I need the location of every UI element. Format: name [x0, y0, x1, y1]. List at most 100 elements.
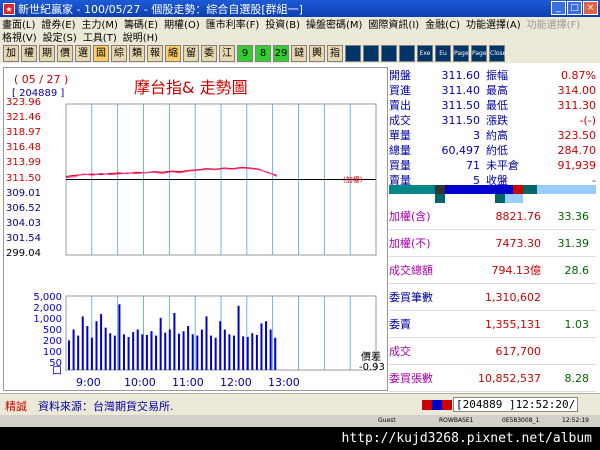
toolbar-button[interactable]: 8: [255, 44, 271, 62]
toolbar-button[interactable]: [345, 44, 361, 62]
volume-bar: [173, 312, 176, 370]
toolbar-button[interactable]: 縮: [165, 44, 181, 62]
footer-server: ROWBASE1: [439, 417, 474, 424]
quote-k1: 總量: [389, 144, 411, 157]
quote-k2: 漲跌: [486, 114, 508, 127]
price-series-line: [65, 167, 278, 179]
toolbar-button[interactable]: Page: [453, 44, 469, 62]
toolbar-button[interactable]: [381, 44, 397, 62]
stats-r: 33.36: [557, 209, 590, 223]
volume-unit: 口: [52, 366, 62, 377]
toolbar-button[interactable]: Eu: [435, 44, 451, 62]
menu-item[interactable]: 設定(S): [43, 29, 77, 44]
toolbar-button[interactable]: 加: [3, 44, 19, 62]
toolbar-button[interactable]: 類: [129, 44, 145, 62]
footer-id: 0E583008_1: [502, 417, 540, 424]
window-controls: _ □ ×: [551, 1, 598, 15]
window-title: 新世紀贏家 - 100/05/27 - 個股走勢：綜合自選股[群組一]: [18, 2, 303, 16]
toolbar-button[interactable]: Exe: [417, 44, 433, 62]
data-source: 資料來源：台灣期貨交易所.: [38, 400, 174, 413]
volume-tick-label: 1,000: [33, 314, 62, 325]
volume-bar: [223, 329, 226, 370]
toolbar-button[interactable]: 鐽: [291, 44, 307, 62]
menu-item[interactable]: 國際資訊(I): [368, 16, 419, 31]
volume-tick-label: 200: [42, 336, 62, 347]
volume-bar: [100, 314, 103, 370]
menu-item[interactable]: 功能選擇(A): [466, 16, 521, 31]
quote-v1: 71: [466, 159, 480, 172]
toolbar-button[interactable]: 江: [219, 44, 235, 62]
spread-value: -0.93: [359, 362, 385, 373]
toolbar-button[interactable]: [363, 44, 379, 62]
status-tag: 精誠: [5, 400, 27, 413]
volume-bar: [145, 334, 148, 370]
stats-v: 1,355,131: [485, 317, 541, 331]
volume-tick-label: 2,000: [33, 303, 62, 314]
y-tick-label: 311.50: [6, 172, 41, 184]
minimize-button[interactable]: _: [551, 1, 566, 15]
volume-bar: [164, 332, 167, 370]
toolbar-button[interactable]: 選: [75, 44, 91, 62]
watermark-url: http://kujd3268.pixnet.net/album: [0, 427, 600, 450]
menu-item[interactable]: 期權(O): [164, 16, 200, 31]
quote-k1: 單量: [389, 129, 411, 142]
maximize-button[interactable]: □: [567, 1, 582, 15]
menu-item[interactable]: 金融(C): [425, 16, 460, 31]
toolbar-button[interactable]: [399, 44, 415, 62]
volume-bar: [141, 334, 144, 370]
menu-item[interactable]: 投資(B): [265, 16, 300, 31]
menu-item[interactable]: 操盤密碼(M): [306, 16, 362, 31]
toolbar-button[interactable]: 期: [39, 44, 55, 62]
stats-v: 1,310,602: [485, 290, 541, 304]
volume-bar: [81, 316, 84, 370]
volume-bar: [68, 340, 70, 370]
quote-row: 成交 311.50 漲跌 -(-): [389, 113, 596, 128]
stats-k: 加權(含): [389, 210, 431, 223]
quote-k2: 振幅: [486, 69, 508, 82]
volume-bar: [72, 329, 75, 370]
toolbar-button[interactable]: Page: [471, 44, 487, 62]
toolbar-button[interactable]: 權: [21, 44, 37, 62]
chart-panel: ( 05 / 27 ) 摩台指& 走勢圖 [ 204889 ] (加權) 價差 …: [3, 67, 388, 391]
close-button[interactable]: ×: [583, 1, 598, 15]
color-swatch: [442, 400, 452, 410]
menu-item[interactable]: 說明(H): [123, 29, 158, 44]
volume-bar: [232, 335, 235, 370]
volume-bar: [136, 329, 139, 370]
toolbar-button[interactable]: 輿: [309, 44, 325, 62]
clock-readout: [204889 ]12:52:20/: [453, 397, 579, 412]
toolbar-button[interactable]: 價: [57, 44, 73, 62]
volume-bar: [269, 329, 272, 370]
quote-v2: 284.70: [557, 144, 597, 157]
toolbar-button[interactable]: 委: [201, 44, 217, 62]
stats-k: 委買筆數: [389, 291, 433, 304]
toolbar-button[interactable]: 報: [147, 44, 163, 62]
title-bar: ★ 新世紀贏家 - 100/05/27 - 個股走勢：綜合自選股[群組一] _ …: [0, 0, 600, 17]
stats-row: 委買張數 10,852,537 8.28: [389, 365, 596, 392]
toolbar-button[interactable]: 9: [237, 44, 253, 62]
toolbar-button[interactable]: Close: [489, 44, 506, 62]
toolbar: 加權期價選固綜類報縮留委江 9 8 29 鐽輿指 Exe Eu Page Page Close: [0, 43, 600, 63]
stats-v: 617,700: [495, 344, 542, 358]
toolbar-button[interactable]: 留: [183, 44, 199, 62]
quote-k1: 買量: [389, 159, 411, 172]
menu-item[interactable]: 工具(T): [83, 29, 117, 44]
volume-bar: [155, 335, 158, 370]
toolbar-button[interactable]: 固: [93, 44, 109, 62]
volume-bar: [150, 331, 153, 370]
quote-row: 單量 3 約高 323.50: [389, 128, 596, 143]
toolbar-button[interactable]: 29: [273, 44, 289, 62]
menu-item[interactable]: 功能選擇(F): [527, 16, 581, 31]
quote-k1: 成交: [389, 114, 411, 127]
quote-v1: 311.50: [441, 99, 481, 112]
stats-v: 8821.76: [495, 209, 542, 223]
toolbar-button[interactable]: 指: [327, 44, 343, 62]
toolbar-button[interactable]: 綜: [111, 44, 127, 62]
quote-k2: 未平倉: [486, 159, 519, 172]
volume-bar: [196, 335, 199, 370]
menu-item[interactable]: 匯市利率(F): [206, 16, 260, 31]
footer-user: Guest: [378, 417, 396, 424]
y-tick-label: 318.97: [6, 127, 41, 139]
menu-item[interactable]: 格視(V): [2, 29, 37, 44]
x-tick-label: 9:00: [76, 376, 101, 389]
